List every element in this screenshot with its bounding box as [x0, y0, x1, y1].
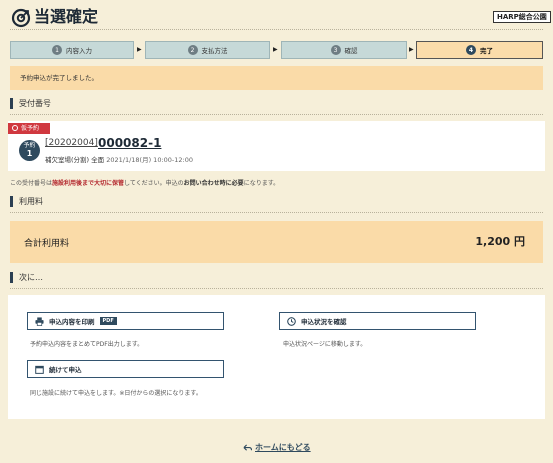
- print-button[interactable]: 申込内容を印刷 PDF: [27, 312, 224, 330]
- chevron-right-icon: ▶: [137, 46, 142, 53]
- note-bold: お問い合わせ時に必要: [183, 180, 244, 187]
- receipt-number-link[interactable]: 000082-1: [98, 136, 161, 150]
- target-icon: [11, 8, 31, 28]
- pdf-badge: PDF: [99, 317, 117, 325]
- facility-code-link[interactable]: [20202004]: [45, 138, 98, 148]
- print-description: 予約申込内容をまとめてPDF出力します。: [30, 341, 144, 348]
- step-number: 3: [330, 45, 341, 55]
- fee-label: 合計利用料: [24, 239, 70, 249]
- avatar-count: 1: [26, 149, 33, 158]
- section-divider: [10, 212, 543, 213]
- clock-icon: [287, 316, 296, 326]
- return-arrow-icon: [243, 443, 252, 451]
- facility-name: 補欠室場(分割) 全面: [45, 156, 105, 164]
- status-description: 申込状況ページに移動します。: [283, 341, 367, 348]
- chevron-right-icon: ▶: [409, 46, 414, 53]
- continue-apply-label: 続けて申込: [49, 366, 82, 374]
- receipt-note: この受付番号は施設利用後まで大切に保管してください。申込のお問い合わせ時に必要に…: [10, 178, 279, 187]
- step-label: 支払方法: [201, 47, 228, 55]
- fee-box: 合計利用料 1,200 円: [10, 221, 543, 263]
- section-divider: [10, 114, 543, 115]
- reservation-avatar: 予約 1: [19, 140, 40, 161]
- continue-description: 同じ施設に続けて申込をします。※日付からの選択になります。: [30, 390, 202, 397]
- check-status-label: 申込状況を確認: [301, 318, 347, 326]
- note-text: になります。: [243, 180, 280, 187]
- step-number: 1: [52, 45, 62, 55]
- chevron-right-icon: ▶: [273, 46, 278, 53]
- section-marker: [10, 98, 13, 109]
- home-link-label: ホームにもどる: [255, 443, 311, 452]
- step-number: 2: [187, 45, 198, 55]
- reservation-datetime: 2021/1/18(月) 10:00-12:00: [106, 156, 193, 164]
- home-link[interactable]: ホームにもどる: [243, 442, 311, 453]
- printer-icon: [35, 316, 44, 326]
- check-status-button[interactable]: 申込状況を確認: [279, 312, 476, 330]
- note-text: してください。申込の: [124, 180, 184, 187]
- step-label: 完了: [480, 47, 493, 55]
- header-divider: [10, 29, 543, 30]
- calendar-icon: [35, 365, 44, 374]
- next-heading: 次に…: [19, 273, 43, 282]
- section-divider: [10, 288, 543, 289]
- print-button-label: 申込内容を印刷: [49, 318, 95, 326]
- step-complete: 4 完了: [416, 41, 543, 59]
- page-title: 当選確定: [34, 7, 99, 26]
- continue-apply-button[interactable]: 続けて申込: [27, 360, 224, 378]
- step-confirm: 3 確認: [281, 41, 407, 59]
- step-label: 確認: [344, 47, 358, 55]
- section-marker: [10, 196, 13, 207]
- next-actions-panel: 申込内容を印刷 PDF 予約申込内容をまとめてPDF出力します。 申込状況を確認…: [8, 295, 545, 419]
- circle-icon: [12, 125, 18, 131]
- receipt-card: 仮予約 予約 1 [20202004] 000082-1 補欠室場(分割) 全面…: [8, 121, 545, 171]
- step-number: 4: [466, 45, 476, 55]
- note-text: この受付番号は: [10, 180, 53, 187]
- section-marker: [10, 272, 13, 283]
- receipt-details: 補欠室場(分割) 全面 2021/1/18(月) 10:00-12:00: [45, 154, 193, 164]
- receipt-heading: 受付番号: [19, 99, 51, 108]
- step-payment: 2 支払方法: [145, 41, 270, 59]
- completion-banner: 予約申込が完了しました。: [10, 66, 543, 90]
- step-input: 1 内容入力: [10, 41, 134, 59]
- fee-heading: 利用料: [19, 197, 43, 206]
- fee-value: 1,200 円: [475, 235, 525, 248]
- org-badge: HARP総合公園: [493, 11, 551, 23]
- step-label: 内容入力: [66, 47, 92, 55]
- note-emphasis: 施設利用後まで大切に保管: [52, 180, 125, 187]
